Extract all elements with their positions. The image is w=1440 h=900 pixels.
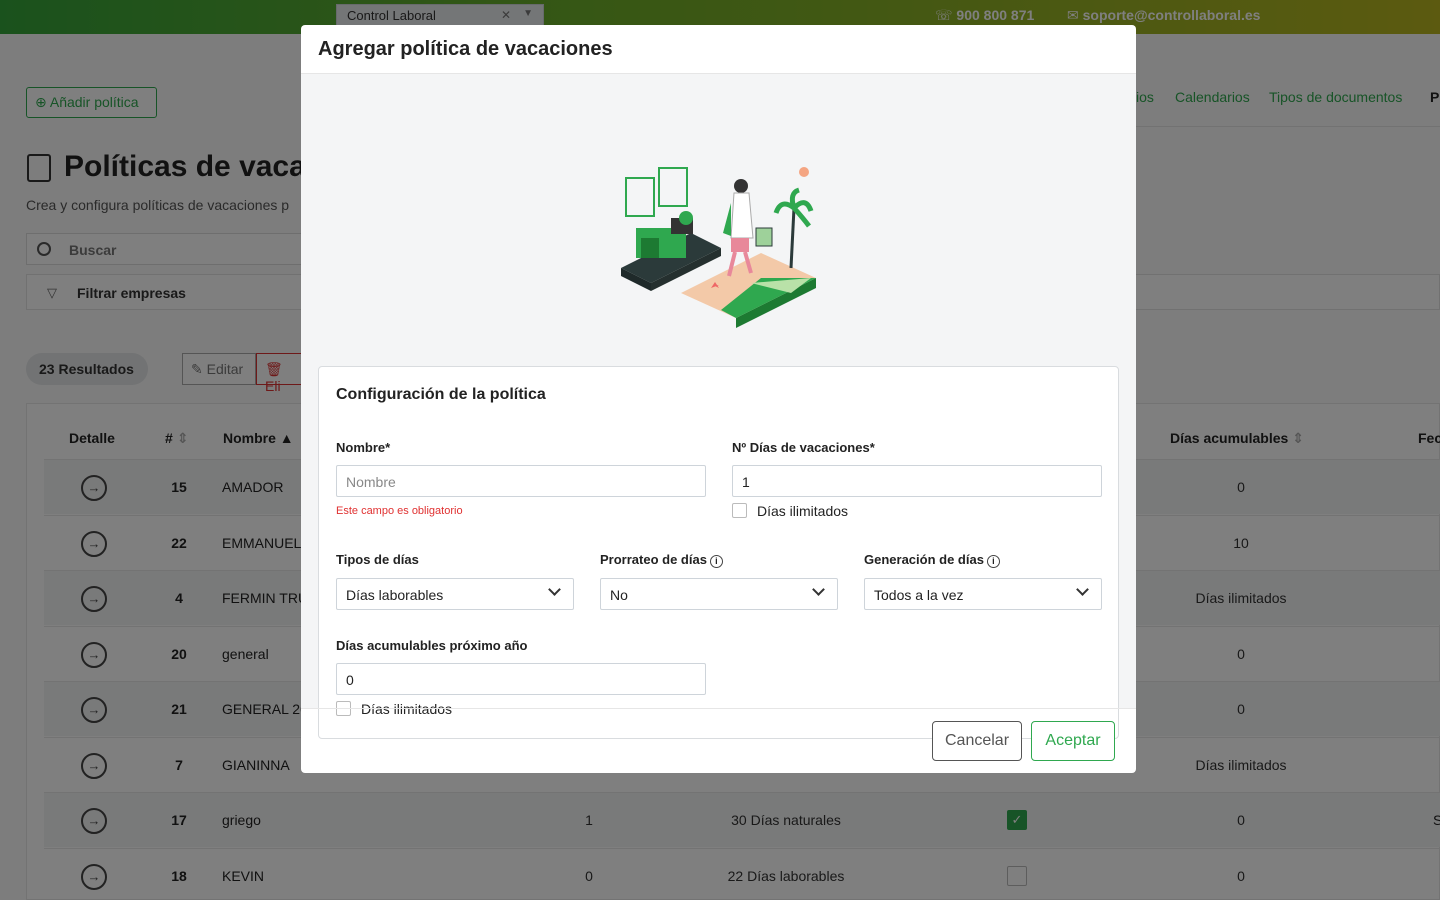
chevron-down-icon [812,583,825,596]
modal-title: Agregar política de vacaciones [301,25,1136,74]
tipos-dias-label: Tipos de días [336,552,419,567]
nombre-input[interactable]: Nombre [336,465,706,497]
generacion-value: Todos a la vez [874,587,964,603]
generacion-label-text: Generación de días [864,552,984,567]
info-icon[interactable]: i [709,555,723,568]
prorrateo-label: Prorrateo de días i [600,552,723,568]
nombre-error: Este campo es obligatorio [336,505,463,517]
chevron-down-icon [548,583,561,596]
policy-config-card: Configuración de la política Nombre* Nom… [318,366,1119,739]
tipos-dias-select[interactable]: Días laborables [336,578,574,610]
cancel-button[interactable]: Cancelar [932,721,1022,761]
tipos-dias-value: Días laborables [346,587,444,603]
dias-vacaciones-input[interactable]: 1 [732,465,1102,497]
modal-footer-divider [301,708,1136,709]
generacion-label: Generación de días i [864,552,1000,568]
dias-ilimitados-checkbox[interactable] [732,503,747,518]
accept-button[interactable]: Aceptar [1031,721,1115,761]
info-icon[interactable]: i [986,555,1000,568]
dias-vacaciones-label: Nº Días de vacaciones* [732,440,875,455]
nombre-label: Nombre* [336,440,391,455]
vacation-illustration [621,167,816,328]
dias-ilimitados-label: Días ilimitados [757,503,849,519]
prorrateo-value: No [610,587,628,603]
acumulables-label: Días acumulables próximo año [336,638,528,653]
chevron-down-icon [1076,583,1089,596]
acumulables-input[interactable]: 0 [336,663,706,695]
generacion-select[interactable]: Todos a la vez [864,578,1102,610]
prorrateo-select[interactable]: No [600,578,838,610]
acumulables-ilimitados-label: Días ilimitados [361,701,453,717]
modal-body: Configuración de la política Nombre* Nom… [301,74,1136,739]
card-title: Configuración de la política [336,386,546,403]
add-vacation-policy-modal: Agregar política de vacaciones Configura… [301,25,1136,773]
prorrateo-label-text: Prorrateo de días [600,552,707,567]
